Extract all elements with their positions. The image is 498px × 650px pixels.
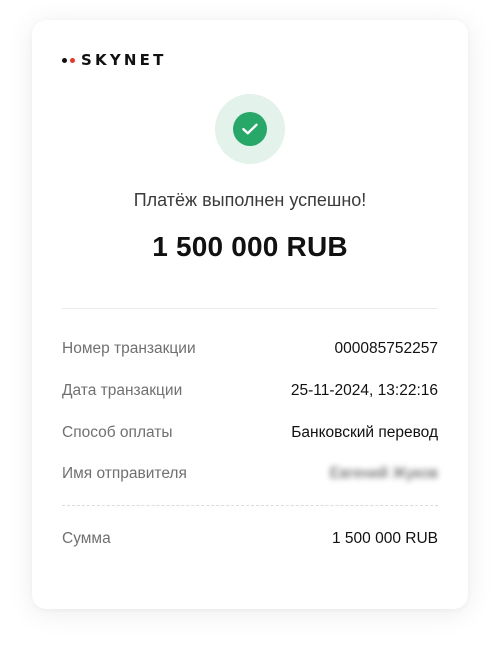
- detail-row-transaction-number: Номер транзакции 000085752257: [62, 338, 438, 360]
- total-value: 1 500 000 RUB: [332, 530, 438, 547]
- detail-value: 000085752257: [334, 340, 438, 357]
- detail-label: Способ оплаты: [62, 424, 173, 441]
- detail-value: 25-11-2024, 13:22:16: [290, 382, 438, 399]
- detail-label: Дата транзакции: [62, 382, 183, 399]
- success-badge: [215, 94, 285, 164]
- status-message: Платёж выполнен успешно!: [133, 190, 367, 210]
- brand-name: SKYNET: [81, 51, 167, 69]
- check-icon: [233, 112, 267, 146]
- dashed-divider: [62, 505, 438, 506]
- logo-dots-icon: [62, 57, 75, 63]
- detail-label: Номер транзакции: [62, 340, 196, 357]
- sender-name-blurred: Евгений Жуков: [329, 465, 438, 482]
- total-row: Сумма 1 500 000 RUB: [62, 528, 438, 550]
- divider: [62, 308, 438, 309]
- total-label: Сумма: [62, 530, 111, 547]
- detail-value: Банковский перевод: [291, 424, 438, 441]
- receipt-card: SKYNET Платёж выполнен успешно! 1 500 00…: [32, 20, 468, 609]
- detail-row-sender-name: Имя отправителя Евгений Жуков: [62, 463, 438, 485]
- detail-row-payment-method: Способ оплаты Банковский перевод: [62, 422, 438, 444]
- payment-amount: 1 500 000 RUB: [152, 231, 348, 262]
- detail-row-transaction-date: Дата транзакции 25-11-2024, 13:22:16: [62, 380, 438, 402]
- detail-label: Имя отправителя: [62, 465, 187, 482]
- brand-logo: SKYNET: [62, 51, 167, 69]
